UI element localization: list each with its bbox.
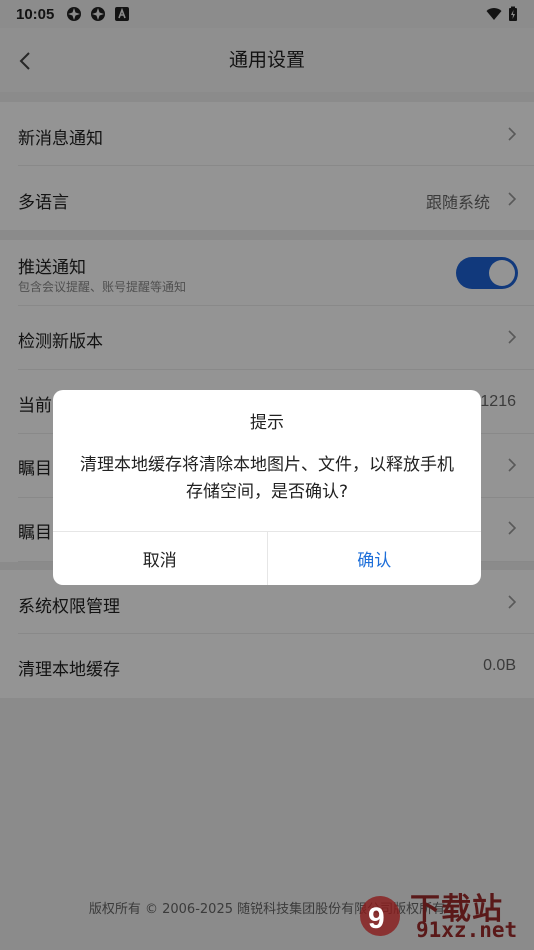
watermark: 9 下载站 91xz.net (358, 884, 528, 946)
dialog-title: 提示 (250, 413, 284, 433)
watermark-bottom-text: 91xz.net (416, 918, 518, 942)
cancel-button[interactable]: 取消 (53, 532, 268, 585)
dialog-actions: 取消 确认 (53, 531, 481, 585)
svg-text:9: 9 (368, 902, 385, 935)
confirm-dialog: 提示 清理本地缓存将清除本地图片、文件，以释放手机存储空间，是否确认? 取消 确… (53, 390, 481, 585)
dialog-message: 清理本地缓存将清除本地图片、文件，以释放手机存储空间，是否确认? (80, 455, 454, 502)
watermark-logo-icon: 9 (360, 896, 400, 936)
confirm-button[interactable]: 确认 (268, 532, 482, 585)
